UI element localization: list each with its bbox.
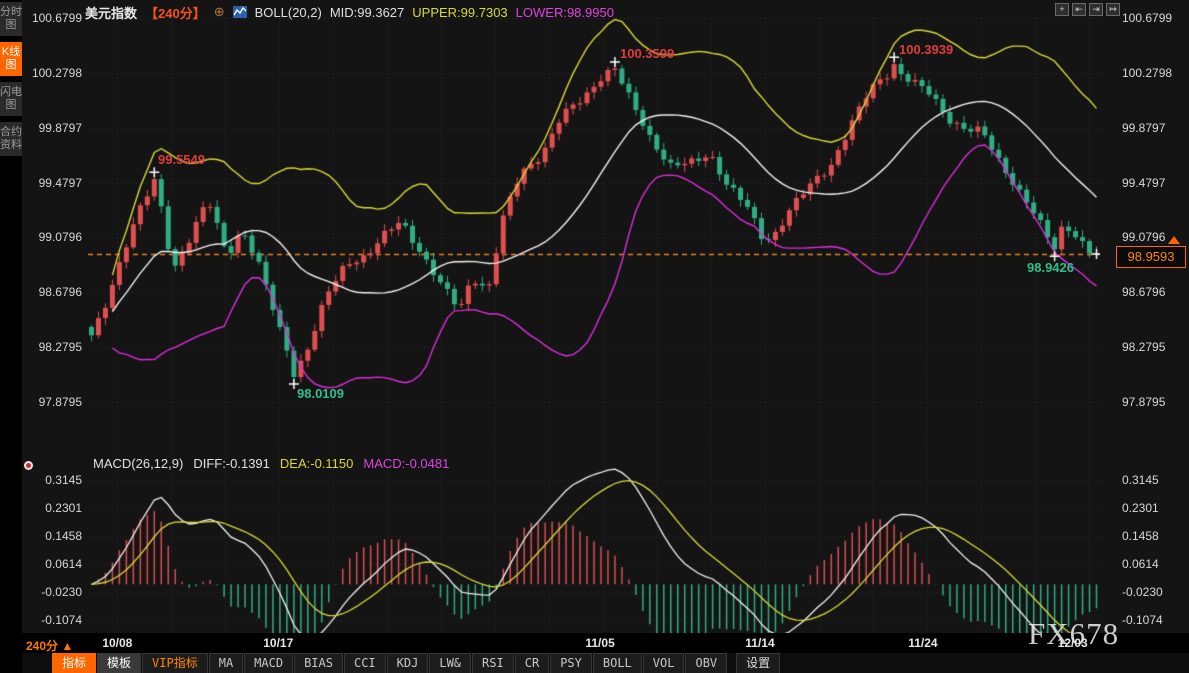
price-axis-label-right: 100.2798 [1122, 66, 1172, 80]
toolbar-item-RSI[interactable]: RSI [473, 654, 513, 673]
price-axis-label-left: 99.0796 [30, 230, 82, 244]
toolbar-item-KDJ[interactable]: KDJ [388, 654, 428, 673]
toolbar-item-BOLL[interactable]: BOLL [594, 654, 641, 673]
price-axis-label-right: 99.8797 [1122, 121, 1165, 135]
price-annotation: 100.3599 [620, 46, 674, 61]
symbol-title: 美元指数 [85, 3, 137, 22]
macd-axis-label-left: 0.3145 [30, 473, 82, 487]
toolbar-item-VIP指标[interactable]: VIP指标 [143, 654, 207, 673]
toolbar-item-VOL[interactable]: VOL [644, 654, 684, 673]
date-label-10/17: 10/17 [263, 636, 293, 650]
toolbar-item-CCI[interactable]: CCI [345, 654, 385, 673]
circle-plus-icon[interactable]: ⊕ [214, 4, 225, 20]
macd-hist-value: MACD:-0.0481 [363, 456, 449, 471]
price-axis-label-left: 99.4797 [30, 176, 82, 190]
price-annotation: 98.0109 [297, 386, 344, 401]
toolbar-item-MACD[interactable]: MACD [245, 654, 292, 673]
sidebar-item-闪电图[interactable]: 闪电图 [0, 82, 22, 116]
date-label-11/14: 11/14 [745, 636, 774, 650]
toolbar-item-MA[interactable]: MA [210, 654, 242, 673]
shift-left-icon[interactable]: ⇤ [1072, 3, 1086, 16]
current-price-box: 98.9593 [1116, 246, 1186, 268]
toolbar-item-LW&[interactable]: LW& [430, 654, 470, 673]
price-axis-label-left: 100.6799 [30, 11, 82, 25]
chart-canvas[interactable] [0, 0, 1189, 673]
watermark-logo: FX678 [1028, 616, 1119, 652]
price-annotation: 100.3939 [899, 42, 953, 57]
price-axis-label-right: 97.8795 [1122, 395, 1165, 409]
macd-title: MACD(26,12,9) [93, 456, 183, 471]
boll-upper-value: UPPER:99.7303 [412, 5, 507, 20]
export-icon[interactable]: ↦ [1106, 3, 1120, 16]
pan-icon[interactable]: + [1055, 3, 1069, 16]
boll-lower-value: LOWER:98.9950 [516, 5, 614, 20]
price-up-triangle-icon [1168, 236, 1180, 244]
toolbar-item-PSY[interactable]: PSY [551, 654, 591, 673]
macd-axis-label-right: -0.1074 [1122, 613, 1163, 627]
period-selector[interactable]: 240分 ▲ [26, 637, 73, 654]
sidebar-item-K线图[interactable]: K线图 [0, 42, 22, 76]
sidebar-item-分时图[interactable]: 分时图 [0, 2, 22, 36]
shift-right-icon[interactable]: ⇥ [1089, 3, 1103, 16]
toolbar-item-OBV[interactable]: OBV [686, 654, 726, 673]
macd-axis-label-right: 0.1458 [1122, 529, 1159, 543]
price-axis-label-left: 98.6796 [30, 285, 82, 299]
boll-mid-value: MID:99.3627 [330, 5, 404, 20]
indicator-toolbar: 指标模板VIP指标MAMACDBIASCCIKDJLW&RSICRPSYBOLL… [53, 654, 779, 673]
macd-axis-label-left: -0.1074 [30, 613, 82, 627]
current-price-value: 98.9593 [1128, 249, 1175, 264]
toolbar-item-设置[interactable]: 设置 [737, 654, 779, 673]
indicator-toggle-icon[interactable] [24, 461, 33, 470]
price-axis-label-right: 100.6799 [1122, 11, 1172, 25]
toolbar-item-CR[interactable]: CR [516, 654, 548, 673]
price-axis-label-right: 98.6796 [1122, 285, 1165, 299]
macd-axis-label-right: 0.3145 [1122, 473, 1159, 487]
macd-header: MACD(26,12,9) DIFF:-0.1391 DEA:-0.1150 M… [93, 456, 449, 471]
redacted-box [356, 633, 513, 653]
macd-axis-label-left: -0.0230 [30, 585, 82, 599]
macd-axis-label-left: 0.1458 [30, 529, 82, 543]
price-axis-label-left: 99.8797 [30, 121, 82, 135]
price-axis-label-right: 99.0796 [1122, 230, 1165, 244]
boll-label: BOLL(20,2) [255, 5, 322, 20]
price-axis-label-left: 97.8795 [30, 395, 82, 409]
price-axis-label-left: 100.2798 [30, 66, 82, 80]
left-sidebar: 分时图 K线图闪电图合约资料 [0, 0, 22, 673]
price-axis-label-left: 98.2795 [30, 340, 82, 354]
price-annotation: 99.5549 [158, 152, 205, 167]
macd-dea-value: DEA:-0.1150 [280, 456, 353, 471]
macd-diff-value: DIFF:-0.1391 [193, 456, 270, 471]
date-label-10/08: 10/08 [102, 636, 132, 650]
toolbar-item-BIAS[interactable]: BIAS [295, 654, 342, 673]
price-annotation: 98.9426 [1027, 260, 1074, 275]
sidebar-item-合约资料[interactable]: 合约资料 [0, 122, 22, 156]
date-label-11/24: 11/24 [908, 636, 937, 650]
macd-axis-label-left: 0.2301 [30, 501, 82, 515]
period-tag[interactable]: 【240分】 [145, 3, 206, 22]
toolbar-item-指标[interactable]: 指标 [53, 654, 95, 673]
macd-axis-label-left: 0.0614 [30, 557, 82, 571]
window-controls: +⇤⇥↦ [1055, 3, 1120, 16]
chart-window: 分时图 K线图闪电图合约资料 美元指数 【240分】 ⊕ BOLL(20,2) M… [0, 0, 1189, 673]
macd-axis-label-right: 0.2301 [1122, 501, 1159, 515]
price-axis-label-right: 99.4797 [1122, 176, 1165, 190]
macd-axis-label-right: -0.0230 [1122, 585, 1163, 599]
chart-header: 美元指数 【240分】 ⊕ BOLL(20,2) MID:99.3627 UPP… [85, 3, 614, 21]
macd-axis-label-right: 0.0614 [1122, 557, 1159, 571]
price-axis-label-right: 98.2795 [1122, 340, 1165, 354]
toolbar-item-模板[interactable]: 模板 [98, 654, 140, 673]
indicator-chart-icon [233, 6, 247, 18]
date-label-11/05: 11/05 [585, 636, 614, 650]
